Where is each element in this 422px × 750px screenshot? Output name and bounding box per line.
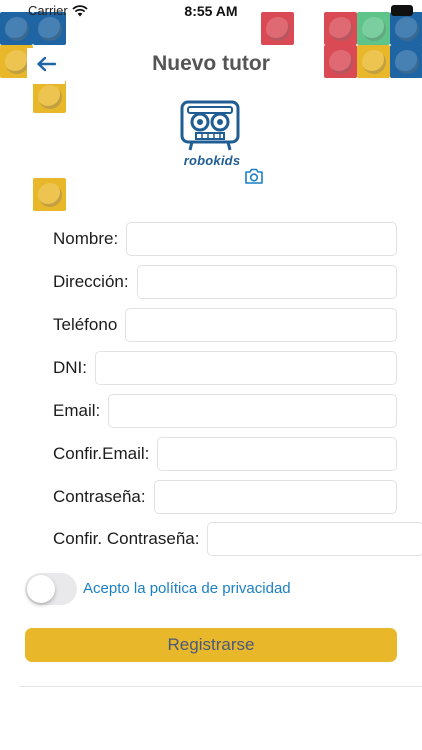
privacy-toggle[interactable]: [25, 573, 77, 605]
password-label: Contraseña:: [53, 487, 146, 506]
form-row-confirm-password: Confir. Contraseña:: [53, 521, 422, 557]
arrow-left-icon: [36, 56, 57, 77]
password-input[interactable]: [153, 480, 397, 514]
dni-label: DNI:: [53, 358, 87, 377]
form-row-confirm-email: Confir.Email:: [53, 436, 397, 472]
form-row-telefono: Teléfono: [53, 307, 397, 343]
confirm-email-label: Confir.Email:: [53, 444, 150, 463]
nombre-label: Nombre:: [53, 229, 119, 248]
status-time: 8:55 AM: [184, 3, 238, 19]
status-bar: Carrier 8:55 AM: [0, 0, 422, 22]
register-button[interactable]: Registrarse: [25, 628, 397, 662]
new-tutor-screen: Carrier 8:55 AM Nuevo tutor robokids Nom…: [0, 0, 422, 750]
lego-brick-decoration: [357, 45, 390, 78]
privacy-policy-link[interactable]: Acepto la política de privacidad: [83, 580, 291, 597]
confirm-password-label: Confir. Contraseña:: [53, 529, 200, 548]
email-label: Email:: [53, 401, 101, 420]
form-row-nombre: Nombre:: [53, 221, 397, 257]
direccion-label: Dirección:: [53, 272, 129, 291]
telefono-input[interactable]: [125, 308, 397, 342]
back-button[interactable]: [27, 48, 65, 84]
form-row-direccion: Dirección:: [53, 264, 397, 300]
form-row-email: Email:: [53, 393, 397, 429]
telefono-label: Teléfono: [53, 315, 118, 334]
battery-icon: [391, 5, 413, 16]
email-input[interactable]: [108, 394, 397, 428]
nombre-input[interactable]: [126, 222, 397, 256]
camera-icon[interactable]: [244, 167, 264, 185]
logo-text: robokids: [183, 153, 241, 168]
confirm-password-input[interactable]: [207, 522, 422, 556]
direccion-input[interactable]: [136, 265, 397, 299]
form-row-dni: DNI:: [53, 350, 397, 386]
divider: [20, 686, 422, 687]
page-title: Nuevo tutor: [152, 52, 270, 75]
lego-brick-decoration: [390, 45, 422, 78]
lego-brick-decoration: [324, 45, 357, 78]
toggle-knob: [27, 575, 55, 603]
dni-input[interactable]: [95, 351, 397, 385]
lego-brick-decoration: [33, 80, 66, 113]
lego-brick-decoration: [33, 178, 66, 211]
form-row-password: Contraseña:: [53, 479, 397, 515]
confirm-email-input[interactable]: [157, 437, 397, 471]
